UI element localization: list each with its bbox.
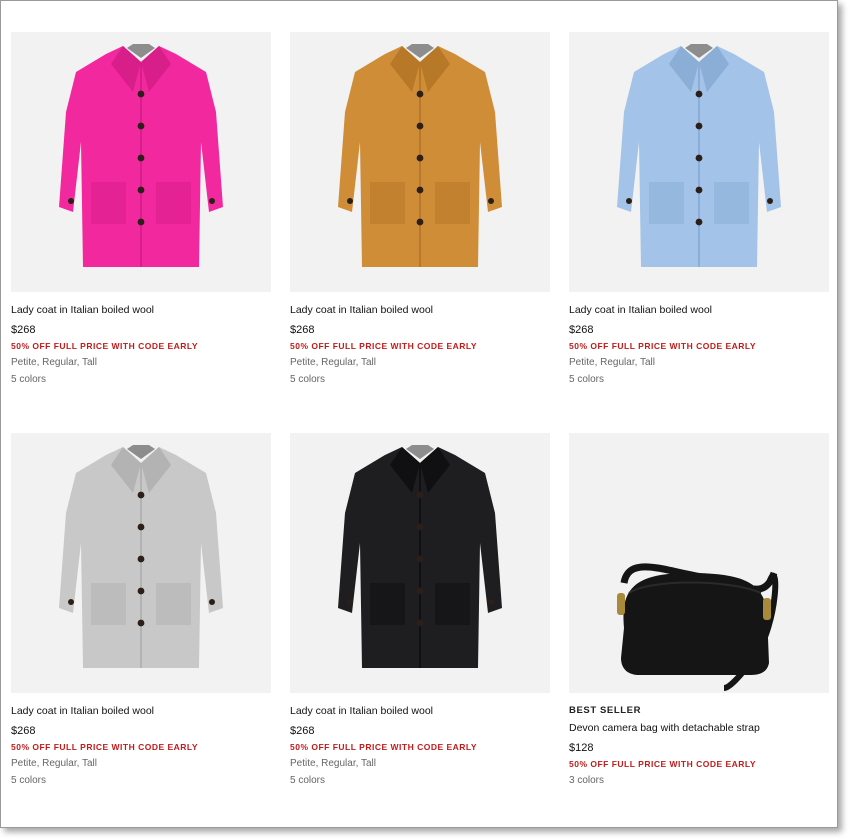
- product-name-link[interactable]: Devon camera bag with detachable strap: [569, 722, 829, 736]
- product-image[interactable]: [11, 32, 271, 292]
- promo-text: 50% OFF FULL PRICE WITH CODE EARLY: [11, 742, 199, 752]
- product-image[interactable]: [290, 32, 550, 292]
- product-price: $128: [569, 742, 594, 754]
- product-card[interactable]: Lady coat in Italian boiled wool $268 50…: [11, 433, 271, 788]
- fit-options: Petite, Regular, Tall: [290, 357, 376, 368]
- product-info: Lady coat in Italian boiled wool $268 50…: [11, 292, 271, 387]
- fit-options: Petite, Regular, Tall: [11, 758, 97, 769]
- product-image[interactable]: [569, 433, 829, 693]
- promo-text: 50% OFF FULL PRICE WITH CODE EARLY: [290, 742, 478, 752]
- product-image[interactable]: [290, 433, 550, 693]
- color-count[interactable]: 3 colors: [569, 775, 829, 788]
- product-card[interactable]: Lady coat in Italian boiled wool $268 50…: [569, 32, 829, 387]
- product-grid-page: Lady coat in Italian boiled wool $268 50…: [0, 0, 838, 828]
- color-count[interactable]: 5 colors: [569, 374, 829, 387]
- color-count[interactable]: 5 colors: [11, 775, 271, 788]
- product-info: Lady coat in Italian boiled wool $268 50…: [11, 693, 271, 788]
- product-card[interactable]: BEST SELLER Devon camera bag with detach…: [569, 433, 829, 788]
- color-count[interactable]: 5 colors: [290, 775, 550, 788]
- product-image[interactable]: [569, 32, 829, 292]
- product-info: BEST SELLER Devon camera bag with detach…: [569, 693, 829, 788]
- coat-illustration: [59, 445, 223, 668]
- product-price: $268: [11, 725, 36, 737]
- promo-text: 50% OFF FULL PRICE WITH CODE EARLY: [569, 341, 757, 351]
- coat-illustration: [59, 44, 223, 267]
- promo-text: 50% OFF FULL PRICE WITH CODE EARLY: [569, 759, 757, 769]
- product-name-link[interactable]: Lady coat in Italian boiled wool: [290, 705, 550, 719]
- fit-options: Petite, Regular, Tall: [569, 357, 655, 368]
- bag-illustration: [617, 563, 779, 691]
- product-card[interactable]: Lady coat in Italian boiled wool $268 50…: [11, 32, 271, 387]
- color-count[interactable]: 5 colors: [290, 374, 550, 387]
- product-name-link[interactable]: Lady coat in Italian boiled wool: [290, 304, 550, 318]
- product-info: Lady coat in Italian boiled wool $268 50…: [290, 292, 550, 387]
- coat-illustration: [338, 445, 502, 668]
- promo-text: 50% OFF FULL PRICE WITH CODE EARLY: [290, 341, 478, 351]
- product-price: $268: [290, 324, 315, 336]
- color-count[interactable]: 5 colors: [11, 374, 271, 387]
- product-price: $268: [290, 725, 315, 737]
- product-price: $268: [569, 324, 594, 336]
- coat-illustration: [617, 44, 781, 267]
- coat-illustration: [338, 44, 502, 267]
- product-name-link[interactable]: Lady coat in Italian boiled wool: [11, 705, 271, 719]
- product-price: $268: [11, 324, 36, 336]
- product-card[interactable]: Lady coat in Italian boiled wool $268 50…: [290, 433, 550, 788]
- product-info: Lady coat in Italian boiled wool $268 50…: [290, 693, 550, 788]
- promo-text: 50% OFF FULL PRICE WITH CODE EARLY: [11, 341, 199, 351]
- fit-options: Petite, Regular, Tall: [11, 357, 97, 368]
- fit-options: Petite, Regular, Tall: [290, 758, 376, 769]
- product-card[interactable]: Lady coat in Italian boiled wool $268 50…: [290, 32, 550, 387]
- product-name-link[interactable]: Lady coat in Italian boiled wool: [11, 304, 271, 318]
- product-image[interactable]: [11, 433, 271, 693]
- product-name-link[interactable]: Lady coat in Italian boiled wool: [569, 304, 829, 318]
- product-info: Lady coat in Italian boiled wool $268 50…: [569, 292, 829, 387]
- best-seller-badge: BEST SELLER: [569, 705, 642, 716]
